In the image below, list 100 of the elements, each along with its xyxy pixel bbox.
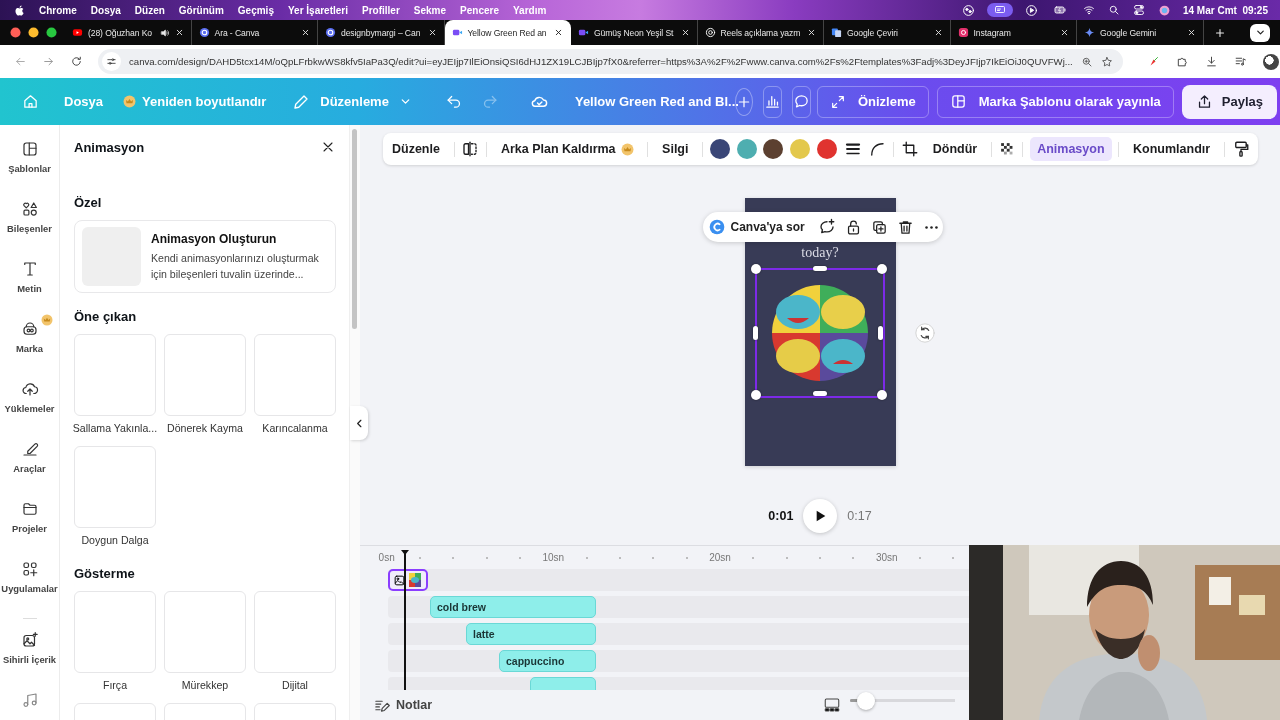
resize-handle[interactable] — [751, 264, 761, 274]
shapes-icon[interactable] — [20, 200, 39, 218]
close-icon[interactable] — [174, 28, 184, 37]
menu-item[interactable]: Düzen — [134, 4, 165, 16]
music-icon[interactable] — [20, 691, 39, 709]
resize-handle[interactable] — [753, 326, 758, 340]
browser-tab[interactable]: Yellow Green Red an — [444, 20, 571, 45]
close-icon[interactable] — [427, 28, 437, 37]
menu-item[interactable]: Yardım — [512, 4, 547, 16]
color-swatch[interactable] — [710, 139, 730, 159]
resize-handle[interactable] — [751, 390, 761, 400]
page-layout-icon[interactable] — [823, 696, 841, 714]
sidebar-item[interactable]: Şablonlar — [8, 163, 51, 174]
forward-icon[interactable] — [42, 55, 55, 68]
color-swatch[interactable] — [790, 139, 811, 159]
toolbar-button[interactable]: Arka Plan Kaldırma — [493, 137, 641, 161]
close-icon[interactable] — [554, 28, 563, 37]
toolbar-button[interactable]: Düzenle — [385, 137, 447, 161]
sidebar-item[interactable]: Bileşenler — [7, 223, 52, 234]
template-icon[interactable] — [20, 140, 39, 158]
animation-preview-tile[interactable] — [164, 334, 246, 416]
menu-item[interactable]: Pencere — [460, 4, 499, 16]
scrollbar-thumb[interactable] — [352, 129, 358, 329]
wifi-icon[interactable] — [1081, 4, 1096, 16]
play-icon[interactable] — [1024, 3, 1038, 17]
toolbar-button[interactable]: Animasyon — [1030, 137, 1112, 161]
menu-item[interactable]: Dosya — [90, 4, 121, 16]
close-window-icon[interactable] — [10, 27, 21, 38]
resize-handle[interactable] — [877, 390, 887, 400]
animation-preview-tile[interactable] — [254, 591, 336, 673]
rotate-button[interactable] — [914, 323, 935, 343]
animation-preview-tile[interactable] — [74, 591, 156, 673]
crop-icon[interactable] — [901, 140, 919, 158]
sidebar-item[interactable]: Metin — [17, 283, 42, 294]
folder-icon[interactable] — [20, 500, 39, 518]
comment-add-icon[interactable] — [817, 218, 836, 236]
sidebar-item[interactable]: Yüklemeler — [4, 403, 55, 414]
resize-handle[interactable] — [877, 264, 887, 274]
profile-avatar[interactable] — [1262, 53, 1279, 70]
tab-search-button[interactable] — [1250, 23, 1270, 42]
zoom-icon[interactable] — [1080, 55, 1093, 68]
menu-item[interactable]: Görünüm — [178, 4, 224, 16]
text-clip[interactable]: latte — [466, 623, 596, 645]
menu-item[interactable]: Sekme — [413, 4, 447, 16]
sidebar-item[interactable]: Sihirli İçerik — [2, 654, 57, 665]
close-icon[interactable] — [1186, 28, 1196, 37]
duplicate-icon[interactable] — [870, 218, 888, 236]
sidebar-item[interactable]: Marka — [15, 343, 44, 354]
app-menu[interactable]: Chrome — [39, 4, 77, 16]
search-icon[interactable] — [1107, 4, 1120, 16]
apps-icon[interactable] — [20, 560, 39, 578]
download-icon[interactable] — [1204, 55, 1218, 68]
address-field[interactable]: canva.com/design/DAHD5tcx14M/oQpLFrbkwWS8kfv5IaPa3Q/edit?ui=eyJEIjp7IlEiOnsiQSI6dHJ1ZX19LCJBIjp7fX0&referrer=https%3A%2F%2Fwww.canva.com%2Fs%2Ftemplates%3Fadj%3DeyJFIjp7IkEiOiJ0QUVFWj... — [98, 49, 1123, 74]
animation-preview-tile[interactable] — [254, 334, 336, 416]
orb-icon[interactable] — [961, 3, 975, 17]
resize-handle[interactable] — [813, 391, 827, 396]
color-swatch[interactable] — [817, 139, 837, 159]
slider-thumb[interactable] — [856, 692, 875, 710]
maximize-window-icon[interactable] — [46, 27, 57, 38]
menu-item[interactable]: Profiller — [362, 4, 400, 16]
menu-item[interactable]: Yer İşaretleri — [287, 4, 348, 16]
sidebar-item[interactable]: Projeler — [12, 523, 47, 534]
close-icon[interactable] — [680, 28, 690, 37]
undo-icon[interactable] — [445, 93, 463, 110]
media-icon[interactable] — [1233, 55, 1247, 68]
trash-icon[interactable] — [896, 218, 914, 236]
resize-handle[interactable] — [813, 266, 827, 271]
animation-preview-tile[interactable] — [74, 334, 156, 416]
sidebar-item[interactable]: Uygulamalar — [1, 583, 58, 594]
playhead[interactable] — [400, 549, 410, 690]
reload-icon[interactable] — [70, 55, 83, 68]
toolbar-button[interactable]: Silgi — [655, 137, 696, 161]
close-icon[interactable] — [933, 28, 943, 37]
color-swatch[interactable] — [763, 139, 784, 159]
logo-icon[interactable] — [14, 3, 25, 17]
screen-share-icon[interactable] — [986, 3, 1013, 17]
site-settings-button[interactable] — [102, 52, 121, 71]
toolbar-button[interactable]: Konumlandır — [1126, 137, 1218, 161]
star-icon[interactable] — [1100, 55, 1113, 68]
animation-preview-tile[interactable] — [164, 591, 246, 673]
publish-template-button[interactable]: Marka Şablonu olarak yayınla — [936, 85, 1174, 118]
animation-preview-tile[interactable] — [74, 446, 156, 528]
image-clip[interactable] — [388, 569, 428, 591]
toggle-icon[interactable] — [1131, 4, 1146, 16]
cloud-upload-icon[interactable] — [20, 380, 39, 398]
color-swatch[interactable] — [736, 139, 757, 159]
menu-item[interactable]: Geçmiş — [237, 4, 274, 16]
ask-button[interactable]: Canva'ya sor — [708, 219, 805, 235]
minimize-window-icon[interactable] — [28, 27, 39, 38]
notes-button[interactable]: Notlar — [373, 696, 433, 714]
corner-icon[interactable] — [868, 140, 887, 158]
insights-button[interactable] — [762, 85, 782, 118]
text-clip[interactable]: cold brew — [430, 596, 596, 618]
play-button[interactable] — [803, 499, 838, 533]
plus-icon[interactable] — [1213, 26, 1226, 39]
text-clip[interactable]: cappuccino — [499, 650, 596, 672]
design-title[interactable]: Yellow Green Red and Bl... — [574, 94, 739, 109]
orb-icon[interactable] — [1157, 3, 1171, 17]
sidebar-item[interactable]: Araçlar — [13, 463, 46, 474]
toolbar-button[interactable]: Döndür — [925, 137, 985, 161]
